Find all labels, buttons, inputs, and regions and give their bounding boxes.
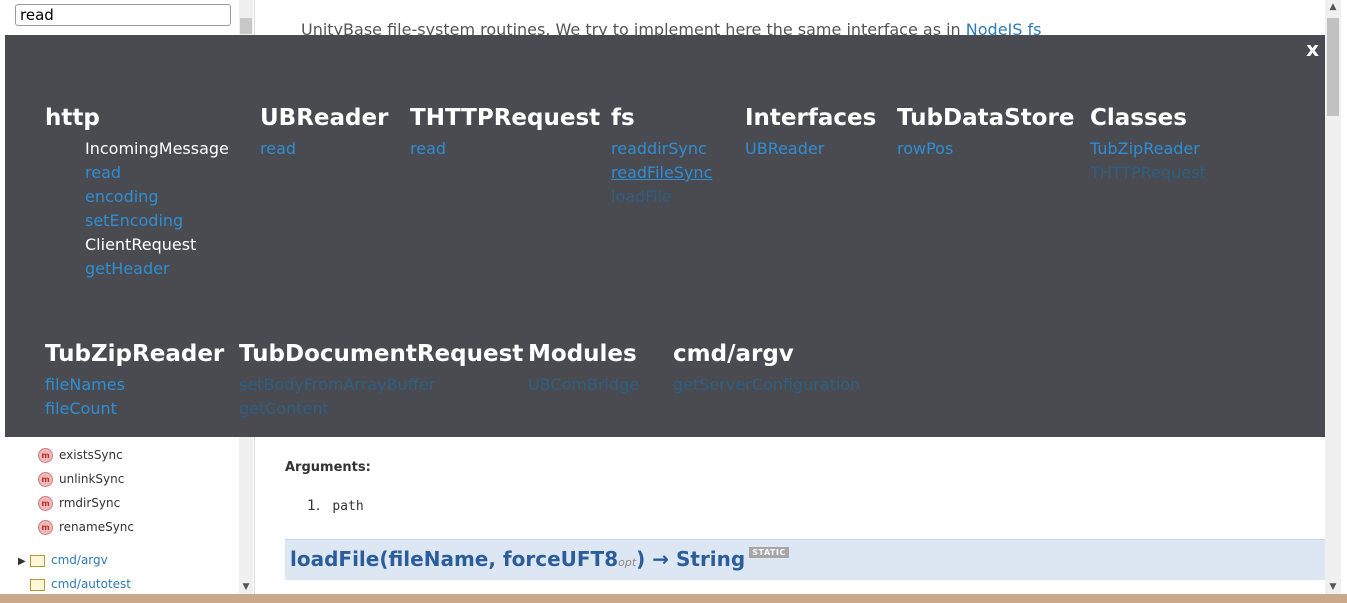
method-name: loadFile(fileName, forceUFT8 — [290, 547, 619, 571]
argument-item: 1. path — [307, 498, 364, 514]
main-scroll-thumb[interactable] — [1327, 18, 1339, 116]
expand-arrow-icon[interactable]: ▶ — [18, 553, 30, 571]
result-group: fs readdirSync readFileSync loadFile — [611, 105, 712, 209]
sidebar-member-label: unlinkSync — [59, 472, 125, 486]
method-badge-icon: m — [38, 520, 53, 535]
result-group-title: fs — [611, 105, 635, 131]
sidebar-member-label: existsSync — [59, 448, 123, 462]
search-result-link[interactable]: readFileSync — [611, 161, 712, 185]
argument-name: path — [332, 499, 364, 514]
method-return: ) → String — [636, 547, 746, 571]
optional-marker: opt — [618, 556, 637, 569]
search-result-link[interactable]: THTTPRequest — [1090, 161, 1206, 185]
search-result-link[interactable]: fileCount — [45, 397, 224, 421]
result-group: Interfaces UBReader — [745, 105, 876, 161]
sidebar-member-item[interactable]: m renameSync — [38, 518, 134, 536]
sidebar-member-item[interactable]: m existsSync — [38, 446, 123, 464]
search-input[interactable] — [15, 4, 231, 26]
result-group: Classes TubZipReader THTTPRequest — [1090, 105, 1206, 185]
result-group-title: TubDocumentRequest — [239, 341, 524, 367]
search-result-link[interactable]: loadFile — [611, 185, 712, 209]
argument-number: 1. — [307, 498, 321, 514]
search-result-link[interactable]: UBReader — [745, 137, 876, 161]
sidebar-tree-item[interactable]: cmd/autotest — [18, 575, 131, 593]
search-result-link[interactable]: IncomingMessage — [45, 137, 229, 161]
search-result-link[interactable]: readdirSync — [611, 137, 712, 161]
static-badge: STATIC — [749, 547, 789, 558]
result-group: THTTPRequest read — [410, 105, 600, 161]
sidebar-scroll-thumb[interactable] — [240, 18, 252, 34]
result-group: UBReader read — [260, 105, 388, 161]
result-group-title: Interfaces — [745, 105, 877, 131]
folder-icon — [30, 578, 45, 591]
search-result-link[interactable]: fileNames — [45, 373, 224, 397]
search-result-link[interactable]: UBComBridge — [528, 373, 639, 397]
sidebar-member-label: renameSync — [59, 520, 135, 534]
method-badge-icon: m — [38, 448, 53, 463]
method-badge-icon: m — [38, 472, 53, 487]
main-scrollbar[interactable]: ▲ ▼ — [1325, 0, 1341, 594]
search-result-link[interactable]: setEncoding — [45, 209, 229, 233]
folder-icon — [30, 554, 45, 567]
search-result-link[interactable]: getHeader — [45, 257, 229, 281]
sidebar-tree-item[interactable]: ▶ cmd/argv — [18, 551, 108, 569]
result-group: TubDataStore rowPos — [897, 105, 1074, 161]
result-group-title: Modules — [528, 341, 637, 367]
method-signature[interactable]: loadFile(fileName, forceUFT8opt) → Strin… — [290, 547, 789, 571]
result-group-title: TubDataStore — [897, 105, 1075, 131]
result-group-title: cmd/argv — [673, 341, 794, 367]
scroll-down-arrow-icon[interactable]: ▼ — [1325, 580, 1341, 594]
result-group: http IncomingMessage read encoding setEncodi… — [45, 105, 229, 281]
result-group-title: THTTPRequest — [410, 105, 601, 131]
result-group: cmd/argv getServerConfiguration — [673, 341, 860, 397]
sidebar-member-item[interactable]: m unlinkSync — [38, 470, 124, 488]
search-result-link[interactable]: ClientRequest — [45, 233, 229, 257]
sidebar-tree-label: cmd/autotest — [51, 577, 131, 591]
method-badge-icon: m — [38, 496, 53, 511]
sidebar-tree-label: cmd/argv — [51, 553, 108, 567]
search-result-link[interactable]: read — [260, 137, 388, 161]
search-result-link[interactable]: encoding — [45, 185, 229, 209]
method-header: loadFile(fileName, forceUFT8opt) → Strin… — [285, 539, 1325, 580]
sidebar-member-label: rmdirSync — [59, 496, 121, 510]
result-group-title: http — [45, 105, 100, 131]
search-result-link[interactable]: getContent — [239, 397, 523, 421]
search-result-link[interactable]: rowPos — [897, 137, 1074, 161]
search-result-link[interactable]: TubZipReader — [1090, 137, 1206, 161]
search-result-link[interactable]: setBodyFromArrayBuffer — [239, 373, 523, 397]
result-group-title: UBReader — [260, 105, 389, 131]
search-result-link[interactable]: getServerConfiguration — [673, 373, 860, 397]
close-overlay-button[interactable]: x — [1306, 37, 1319, 61]
scroll-down-arrow-icon[interactable]: ▼ — [239, 580, 253, 594]
scroll-up-arrow-icon[interactable]: ▲ — [1325, 0, 1341, 14]
sidebar-member-item[interactable]: m rmdirSync — [38, 494, 120, 512]
search-result-link[interactable]: read — [410, 137, 600, 161]
result-group: TubDocumentRequest setBodyFromArrayBuffer… — [239, 341, 523, 421]
window-bottom-border — [0, 594, 1347, 603]
search-results-overlay: x http IncomingMessage read encoding setEnco… — [5, 35, 1325, 437]
result-group-title: TubZipReader — [45, 341, 225, 367]
result-group: Modules UBComBridge — [528, 341, 639, 397]
result-group: TubZipReader fileNames fileCount — [45, 341, 224, 421]
search-result-link[interactable]: read — [45, 161, 229, 185]
result-group-title: Classes — [1090, 105, 1187, 131]
arguments-label: Arguments: — [285, 460, 371, 475]
